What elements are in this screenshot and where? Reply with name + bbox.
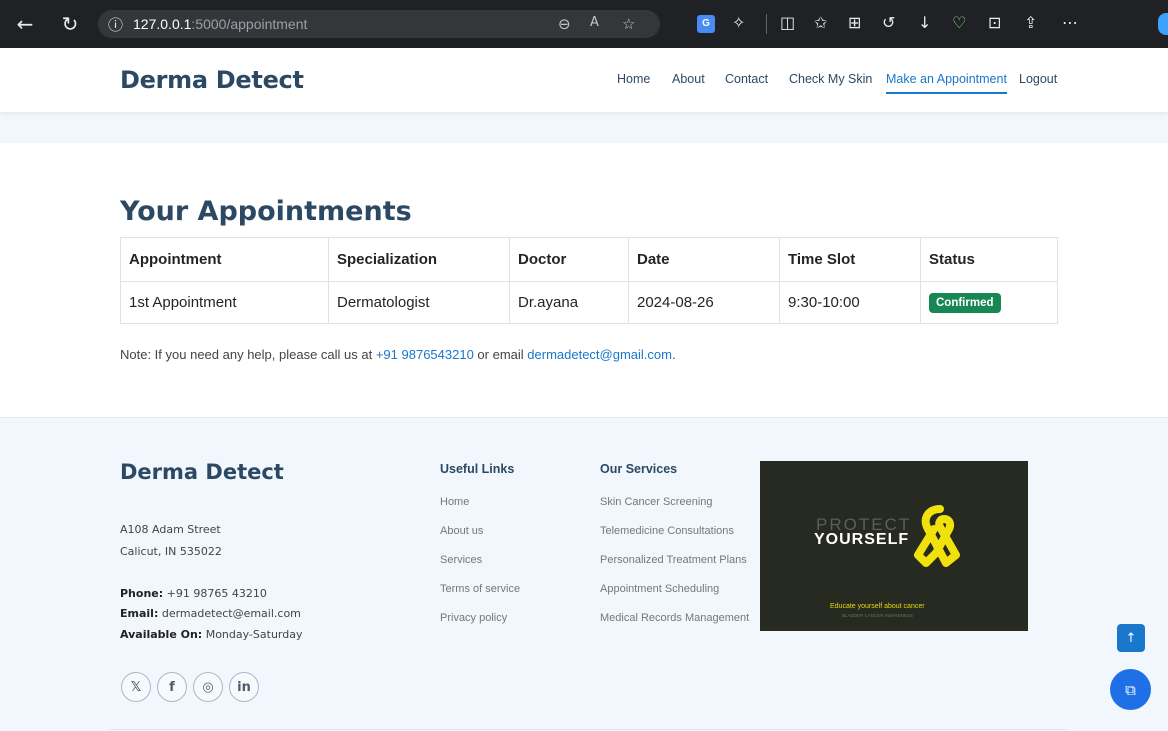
more-menu-icon[interactable]: ⋯ <box>1062 13 1078 32</box>
appointments-table: Appointment Specialization Doctor Date T… <box>120 237 1058 324</box>
footer-available-label: Available On: <box>120 628 203 641</box>
favorite-star-icon[interactable]: ☆ <box>622 15 635 33</box>
note-suffix: . <box>671 347 676 362</box>
awareness-ribbon-icon <box>914 505 960 567</box>
footer-email-label: Email: <box>120 607 159 620</box>
table-row: 1st Appointment Dermatologist Dr.ayana 2… <box>120 281 1058 324</box>
column-header-specialization: Specialization <box>328 237 510 282</box>
arrow-up-icon: ↑ <box>1125 630 1137 646</box>
share-icon[interactable]: ⇪ <box>1024 13 1037 32</box>
promo-line4: BLADDER CANCER AWARENESS <box>842 613 913 618</box>
linkedin-icon[interactable]: in <box>229 672 259 702</box>
header-band <box>0 112 1168 143</box>
column-header-status: Status <box>920 237 1058 282</box>
scroll-to-top-button[interactable]: ↑ <box>1117 624 1145 652</box>
refresh-icon[interactable]: ↻ <box>55 12 85 36</box>
url-path: :5000/appointment <box>191 16 308 32</box>
nav-make-appointment[interactable]: Make an Appointment <box>886 72 1007 94</box>
footer-email-value: dermadetect@email.com <box>161 607 301 620</box>
footer-service-scheduling[interactable]: Appointment Scheduling <box>600 583 719 595</box>
note-middle: or email <box>473 347 528 362</box>
footer-service-records[interactable]: Medical Records Management <box>600 612 749 624</box>
split-screen-icon[interactable]: ◫ <box>780 13 795 32</box>
footer-phone-value: +91 98765 43210 <box>166 587 267 600</box>
favorites-icon[interactable]: ✩ <box>814 13 827 32</box>
browser-toolbar: ← ↻ ⓘ 127.0.0.1:5000/appointment ⊖ A ☆ G… <box>0 0 1168 48</box>
page-title: Your Appointments <box>120 196 412 227</box>
cell-appointment: 1st Appointment <box>120 281 329 324</box>
footer-availability: Available On: Monday-Saturday <box>120 628 302 641</box>
cell-date: 2024-08-26 <box>628 281 780 324</box>
page-viewport: Derma Detect Home About Contact Check My… <box>0 48 1168 731</box>
table-header-row: Appointment Specialization Doctor Date T… <box>120 237 1058 282</box>
help-phone-link[interactable]: +91 9876543210 <box>376 347 474 362</box>
facebook-icon[interactable]: f <box>157 672 187 702</box>
footer-link-home[interactable]: Home <box>440 496 469 508</box>
footer-email: Email: dermadetect@email.com <box>120 607 301 620</box>
column-header-doctor: Doctor <box>509 237 629 282</box>
useful-links-title: Useful Links <box>440 462 515 476</box>
nav-logout[interactable]: Logout <box>1019 72 1057 86</box>
cell-doctor: Dr.ayana <box>509 281 629 324</box>
translate-extension-icon[interactable]: G <box>697 15 715 33</box>
cell-status: Confirmed <box>920 281 1058 324</box>
instagram-icon[interactable]: ◎ <box>193 672 223 702</box>
note-prefix: Note: If you need any help, please call … <box>120 347 376 362</box>
nav-check-my-skin[interactable]: Check My Skin <box>789 72 872 86</box>
x-icon[interactable]: 𝕏 <box>121 672 151 702</box>
back-icon[interactable]: ← <box>10 12 40 36</box>
health-extension-icon[interactable]: ♡ <box>952 13 966 32</box>
column-header-appointment: Appointment <box>120 237 329 282</box>
cell-specialization: Dermatologist <box>328 281 510 324</box>
nav-about[interactable]: About <box>672 72 705 86</box>
promo-line3: Educate yourself about cancer <box>830 603 925 610</box>
address-bar[interactable]: ⓘ 127.0.0.1:5000/appointment ⊖ A ☆ <box>98 10 660 38</box>
url-host: 127.0.0.1 <box>133 16 192 32</box>
column-header-time-slot: Time Slot <box>779 237 921 282</box>
help-note: Note: If you need any help, please call … <box>120 347 676 362</box>
toolbar-separator <box>766 14 767 34</box>
read-aloud-icon[interactable]: A <box>590 15 599 30</box>
site-footer: Derma Detect A108 Adam Street Calicut, I… <box>0 417 1168 731</box>
footer-phone-label: Phone: <box>120 587 164 600</box>
awareness-banner-image: PROTECT YOURSELF Educate yourself about … <box>760 461 1028 631</box>
footer-link-privacy[interactable]: Privacy policy <box>440 612 507 624</box>
footer-logo[interactable]: Derma Detect <box>120 460 284 484</box>
site-logo[interactable]: Derma Detect <box>120 66 304 94</box>
footer-divider <box>110 729 1068 730</box>
site-header: Derma Detect Home About Contact Check My… <box>0 48 1168 112</box>
copilot-icon[interactable] <box>1158 13 1168 35</box>
footer-service-treatment[interactable]: Personalized Treatment Plans <box>600 554 747 566</box>
footer-link-services[interactable]: Services <box>440 554 482 566</box>
footer-link-terms[interactable]: Terms of service <box>440 583 520 595</box>
downloads-icon[interactable]: ↓ <box>918 13 931 32</box>
help-email-link[interactable]: dermadetect@gmail.com <box>527 347 672 362</box>
site-info-icon[interactable]: ⓘ <box>108 14 123 35</box>
extensions-icon[interactable]: ✧ <box>732 13 745 32</box>
history-icon[interactable]: ↺ <box>882 13 895 32</box>
screenshot-icon[interactable]: ⊡ <box>988 13 1001 32</box>
our-services-title: Our Services <box>600 462 678 476</box>
nav-contact[interactable]: Contact <box>725 72 768 86</box>
column-header-date: Date <box>628 237 780 282</box>
status-badge: Confirmed <box>929 292 1001 313</box>
footer-address-line2: Calicut, IN 535022 <box>120 545 222 558</box>
footer-link-about[interactable]: About us <box>440 525 483 537</box>
footer-available-value: Monday-Saturday <box>205 628 303 641</box>
footer-phone: Phone: +91 98765 43210 <box>120 587 267 600</box>
promo-line2: YOURSELF <box>814 531 910 548</box>
zoom-icon[interactable]: ⊖ <box>558 15 571 33</box>
footer-address-line1: A108 Adam Street <box>120 523 221 536</box>
cell-time-slot: 9:30-10:00 <box>779 281 921 324</box>
nav-home[interactable]: Home <box>617 72 650 86</box>
footer-service-screening[interactable]: Skin Cancer Screening <box>600 496 713 508</box>
chat-button[interactable]: ⧉ <box>1110 669 1151 710</box>
footer-service-telemedicine[interactable]: Telemedicine Consultations <box>600 525 734 537</box>
chat-icon: ⧉ <box>1125 680 1136 699</box>
collections-icon[interactable]: ⊞ <box>848 13 861 32</box>
